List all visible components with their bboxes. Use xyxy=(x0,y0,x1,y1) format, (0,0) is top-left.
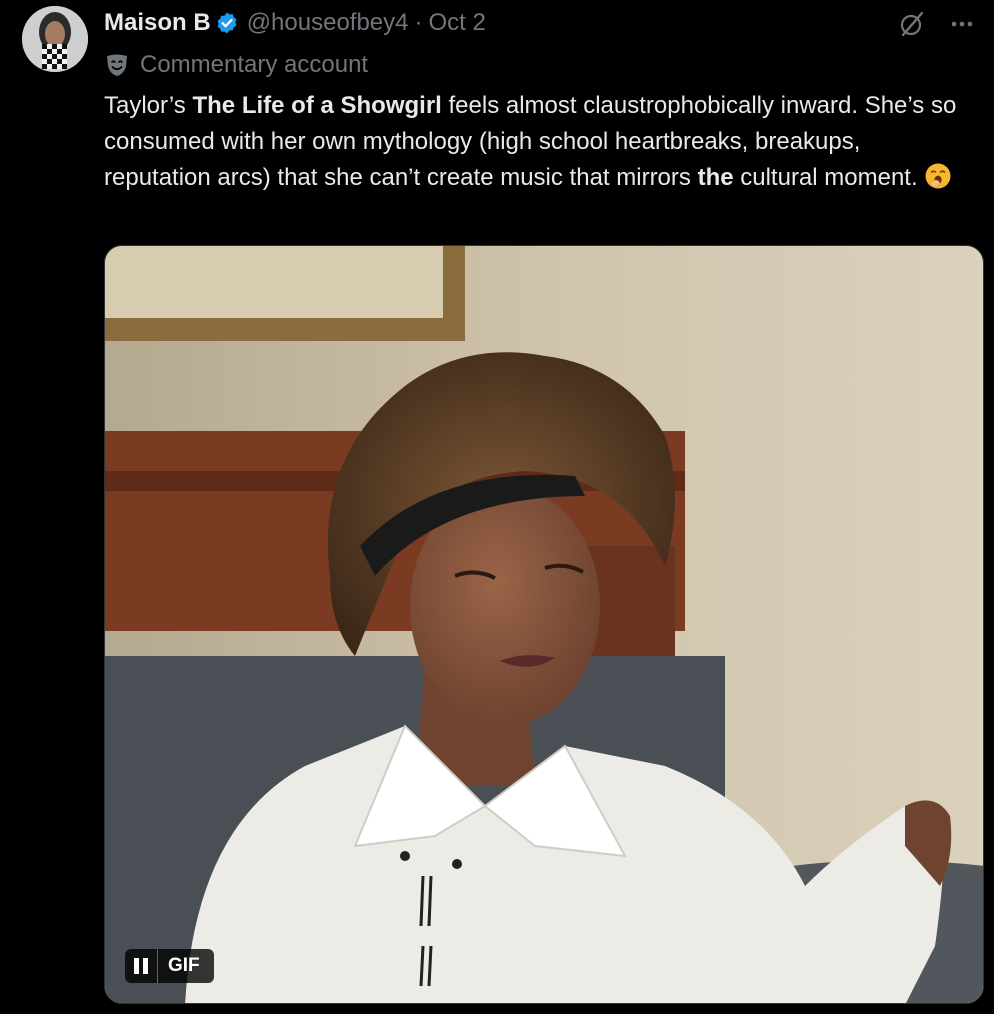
pause-icon[interactable] xyxy=(125,949,157,983)
account-label[interactable]: Commentary account xyxy=(104,48,368,82)
author-name[interactable]: Maison B xyxy=(104,9,211,37)
tweet-text-bold-title: The Life of a Showgirl xyxy=(192,92,442,119)
gif-badge: GIF xyxy=(157,949,214,983)
tweet-text-part: Taylor’s xyxy=(104,92,193,119)
tweet-text-part: cultural moment. xyxy=(733,164,918,191)
tweet-text: Taylor’s The Life of a Showgirl feels al… xyxy=(104,88,964,201)
yawning-face-emoji-icon xyxy=(924,162,952,201)
verified-badge-icon[interactable] xyxy=(215,11,239,35)
gif-media[interactable]: GIF xyxy=(104,245,984,1004)
author-avatar[interactable] xyxy=(22,6,88,72)
grok-icon[interactable] xyxy=(896,8,928,40)
author-handle[interactable]: @houseofbey4 xyxy=(247,9,409,37)
account-label-text: Commentary account xyxy=(140,51,369,78)
tweet-header: Maison B @houseofbey4 · Oct 2 xyxy=(104,6,486,40)
gif-controls: GIF xyxy=(125,949,214,983)
tweet[interactable]: Maison B @houseofbey4 · Oct 2 Commentary… xyxy=(0,0,994,1014)
tweet-text-bold-word: the xyxy=(697,164,734,191)
post-date[interactable]: Oct 2 xyxy=(429,9,486,37)
gif-still-image xyxy=(105,246,983,1003)
theater-mask-icon xyxy=(104,52,130,78)
tweet-top-actions xyxy=(896,8,978,40)
separator-dot: · xyxy=(414,9,423,36)
more-icon[interactable] xyxy=(946,8,978,40)
